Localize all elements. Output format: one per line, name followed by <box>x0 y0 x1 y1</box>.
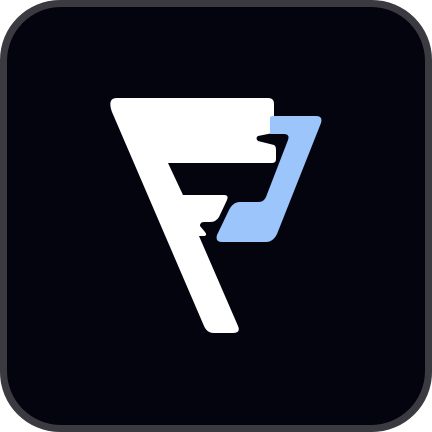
app-logo-icon <box>0 0 432 432</box>
app-icon-canvas <box>0 0 432 432</box>
